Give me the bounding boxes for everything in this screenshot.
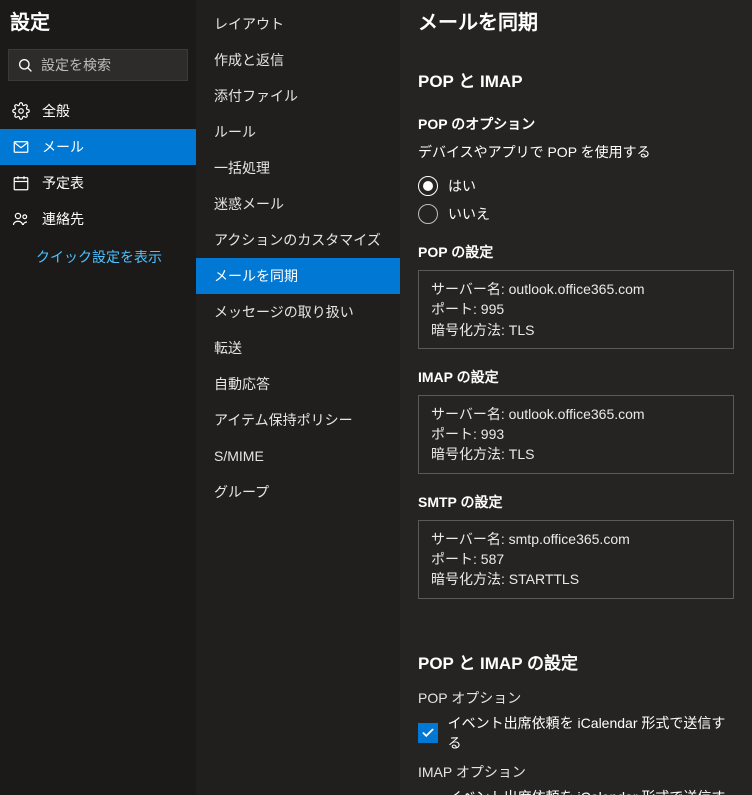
subnav-compose[interactable]: 作成と返信 xyxy=(196,42,400,78)
smtp-settings-heading: SMTP の設定 xyxy=(418,492,734,512)
settings-left-panel: 設定 全般 メール 予定表 連絡先 クイック設定を表示 xyxy=(0,0,196,795)
sidebar-item-people[interactable]: 連絡先 xyxy=(0,201,196,237)
sidebar-item-label: 全般 xyxy=(42,101,70,121)
subnav-sync[interactable]: メールを同期 xyxy=(196,258,400,294)
pop-server: サーバー名: outlook.office365.com xyxy=(431,279,721,299)
pop-settings-box: サーバー名: outlook.office365.com ポート: 995 暗号… xyxy=(418,270,734,349)
people-icon xyxy=(12,210,30,228)
radio-label: いいえ xyxy=(448,204,490,224)
pop-icalendar-checkbox[interactable]: イベント出席依頼を iCalendar 形式で送信する xyxy=(418,718,734,748)
pop-settings-heading: POP の設定 xyxy=(418,242,734,262)
subnav-attachments[interactable]: 添付ファイル xyxy=(196,78,400,114)
gear-icon xyxy=(12,102,30,120)
sidebar-item-calendar[interactable]: 予定表 xyxy=(0,165,196,201)
pop-port: ポート: 995 xyxy=(431,299,721,319)
pop-options-heading: POP のオプション xyxy=(418,114,734,134)
pop-radio-yes[interactable]: はい xyxy=(418,172,734,200)
checkbox-icon xyxy=(418,723,438,743)
sidebar-item-label: 予定表 xyxy=(42,173,84,193)
settings-title: 設定 xyxy=(0,0,196,49)
imap-settings-box: サーバー名: outlook.office365.com ポート: 993 暗号… xyxy=(418,395,734,474)
smtp-server: サーバー名: smtp.office365.com xyxy=(431,529,721,549)
subnav-layout[interactable]: レイアウト xyxy=(196,6,400,42)
subnav-autoreply[interactable]: 自動応答 xyxy=(196,366,400,402)
smtp-enc: 暗号化方法: STARTTLS xyxy=(431,569,721,589)
subnav-rules[interactable]: ルール xyxy=(196,114,400,150)
settings-search[interactable] xyxy=(8,49,188,81)
pop-enc: 暗号化方法: TLS xyxy=(431,320,721,340)
subnav-sweep[interactable]: 一括処理 xyxy=(196,150,400,186)
subnav-retention[interactable]: アイテム保持ポリシー xyxy=(196,402,400,438)
search-icon xyxy=(17,56,33,74)
pop-imap-heading: POP と IMAP xyxy=(418,67,734,92)
sidebar-item-label: メール xyxy=(42,137,84,157)
calendar-icon xyxy=(12,174,30,192)
subnav-smime[interactable]: S/MIME xyxy=(196,438,400,474)
subnav-handling[interactable]: メッセージの取り扱い xyxy=(196,294,400,330)
sidebar-item-mail[interactable]: メール xyxy=(0,129,196,165)
pop-radio-no[interactable]: いいえ xyxy=(418,200,734,228)
pop-option-label: POP オプション xyxy=(418,688,734,708)
subnav-junk[interactable]: 迷惑メール xyxy=(196,186,400,222)
imap-port: ポート: 993 xyxy=(431,424,721,444)
sidebar-item-label: 連絡先 xyxy=(42,209,84,229)
settings-search-input[interactable] xyxy=(41,57,222,73)
subnav-customize[interactable]: アクションのカスタマイズ xyxy=(196,222,400,258)
smtp-settings-box: サーバー名: smtp.office365.com ポート: 587 暗号化方法… xyxy=(418,520,734,599)
radio-icon xyxy=(418,204,438,224)
checkbox-label: イベント出席依頼を iCalendar 形式で送信する xyxy=(448,787,734,795)
radio-label: はい xyxy=(448,176,476,196)
quick-settings-link[interactable]: クイック設定を表示 xyxy=(0,237,196,277)
smtp-port: ポート: 587 xyxy=(431,549,721,569)
sidebar-item-general[interactable]: 全般 xyxy=(0,93,196,129)
content-panel: メールを同期 POP と IMAP POP のオプション デバイスやアプリで P… xyxy=(400,0,752,795)
subnav-groups[interactable]: グループ xyxy=(196,474,400,510)
mail-subnav: レイアウト 作成と返信 添付ファイル ルール 一括処理 迷惑メール アクションの… xyxy=(196,0,400,795)
imap-server: サーバー名: outlook.office365.com xyxy=(431,404,721,424)
imap-settings-heading: IMAP の設定 xyxy=(418,367,734,387)
imap-enc: 暗号化方法: TLS xyxy=(431,444,721,464)
imap-option-label: IMAP オプション xyxy=(418,762,734,782)
pop-enable-label: デバイスやアプリで POP を使用する xyxy=(418,142,734,162)
mail-icon xyxy=(12,138,30,156)
page-title: メールを同期 xyxy=(400,0,752,49)
pop-imap-settings-heading: POP と IMAP の設定 xyxy=(418,649,734,674)
checkbox-label: イベント出席依頼を iCalendar 形式で送信する xyxy=(448,713,734,753)
radio-icon xyxy=(418,176,438,196)
subnav-forwarding[interactable]: 転送 xyxy=(196,330,400,366)
